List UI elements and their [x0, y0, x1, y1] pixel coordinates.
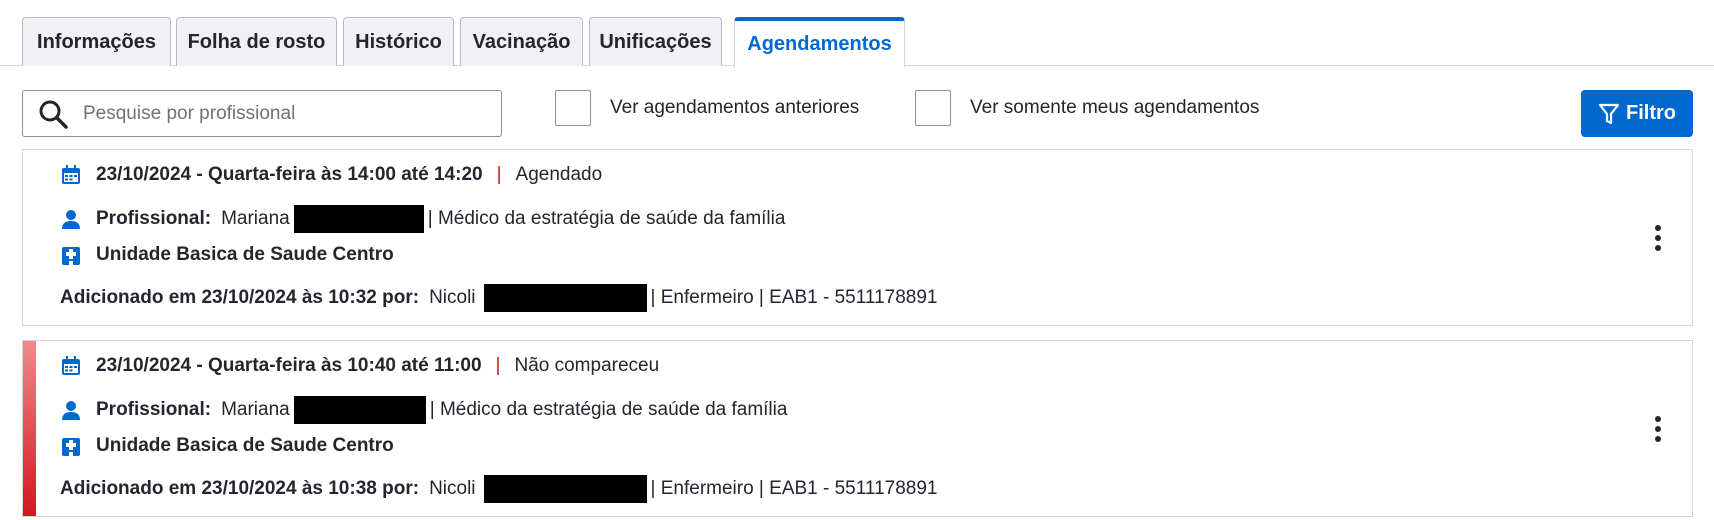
- tab-informacoes[interactable]: Informações: [22, 17, 171, 66]
- professional-row: Profissional: Mariana | Médico da estrat…: [60, 396, 787, 424]
- search-icon: [39, 100, 68, 129]
- missed-status-stripe: [23, 341, 36, 516]
- tab-historico[interactable]: Histórico: [343, 17, 454, 66]
- past-appointments-checkbox[interactable]: [555, 90, 591, 126]
- tab-agendamentos[interactable]: Agendamentos: [734, 17, 905, 67]
- filter-button[interactable]: Filtro: [1581, 90, 1693, 137]
- unit-name: Unidade Basica de Saude Centro: [96, 435, 394, 456]
- calendar-icon: [60, 164, 82, 186]
- more-options-icon[interactable]: [1644, 218, 1672, 258]
- appointment-card: 23/10/2024 - Quarta-feira às 10:40 até 1…: [22, 340, 1693, 517]
- appointment-status: Não compareceu: [514, 355, 660, 376]
- appointment-datetime: 23/10/2024 - Quarta-feira às 10:40 até 1…: [96, 355, 482, 376]
- added-by-name: Nicoli: [429, 287, 476, 308]
- unit-name: Unidade Basica de Saude Centro: [96, 244, 394, 265]
- professional-label: Profissional:: [96, 208, 212, 229]
- professional-role: | Médico da estratégia de saúde da famíl…: [427, 208, 786, 229]
- past-appointments-label[interactable]: Ver agendamentos anteriores: [610, 97, 859, 119]
- more-options-icon[interactable]: [1644, 409, 1672, 449]
- funnel-icon: [1598, 103, 1620, 124]
- tab-folha-de-rosto[interactable]: Folha de rosto: [176, 17, 337, 66]
- unit-row: Unidade Basica de Saude Centro: [60, 244, 394, 266]
- appointment-datetime-row: 23/10/2024 - Quarta-feira às 10:40 até 1…: [60, 355, 659, 377]
- professional-label: Profissional:: [96, 399, 212, 420]
- unit-row: Unidade Basica de Saude Centro: [60, 435, 394, 457]
- added-row: Adicionado em 23/10/2024 às 10:32 por: N…: [60, 284, 937, 312]
- professional-row: Profissional: Mariana | Médico da estrat…: [60, 205, 785, 233]
- filter-button-label: Filtro: [1626, 102, 1676, 124]
- appointment-card: 23/10/2024 - Quarta-feira às 14:00 até 1…: [22, 149, 1693, 326]
- search-field[interactable]: [22, 90, 502, 137]
- redaction-block: [483, 475, 647, 503]
- added-row: Adicionado em 23/10/2024 às 10:38 por: N…: [60, 475, 937, 503]
- added-label: Adicionado em 23/10/2024 às 10:32 por:: [60, 287, 420, 308]
- professional-name: Mariana: [221, 399, 290, 420]
- professional-role: | Médico da estratégia de saúde da famíl…: [429, 399, 788, 420]
- added-label: Adicionado em 23/10/2024 às 10:38 por:: [60, 478, 420, 499]
- added-details: | Enfermeiro | EAB1 - 5511178891: [650, 287, 938, 308]
- added-by-name: Nicoli: [429, 478, 476, 499]
- person-icon: [60, 399, 82, 421]
- search-input[interactable]: [81, 101, 485, 126]
- redaction-block: [483, 284, 647, 312]
- person-icon: [60, 208, 82, 230]
- my-appointments-checkbox[interactable]: [915, 90, 951, 126]
- professional-name: Mariana: [221, 208, 290, 229]
- tab-vacinacao[interactable]: Vacinação: [460, 17, 583, 66]
- appointment-datetime-row: 23/10/2024 - Quarta-feira às 14:00 até 1…: [60, 164, 602, 186]
- separator: |: [496, 164, 502, 185]
- redaction-block: [293, 205, 424, 233]
- added-details: | Enfermeiro | EAB1 - 5511178891: [650, 478, 938, 499]
- hospital-icon: [60, 435, 82, 457]
- redaction-block: [293, 396, 426, 424]
- appointment-status: Agendado: [515, 164, 603, 185]
- tab-bar: Informações Folha de rosto Histórico Vac…: [0, 0, 1714, 67]
- my-appointments-label[interactable]: Ver somente meus agendamentos: [970, 97, 1259, 119]
- past-appointments-checkbox-group[interactable]: Ver agendamentos anteriores: [555, 90, 859, 126]
- tab-unificacoes[interactable]: Unificações: [589, 17, 722, 66]
- hospital-icon: [60, 244, 82, 266]
- my-appointments-checkbox-group[interactable]: Ver somente meus agendamentos: [915, 90, 1259, 126]
- appointment-datetime: 23/10/2024 - Quarta-feira às 14:00 até 1…: [96, 164, 483, 185]
- calendar-icon: [60, 355, 82, 377]
- separator: |: [495, 355, 501, 376]
